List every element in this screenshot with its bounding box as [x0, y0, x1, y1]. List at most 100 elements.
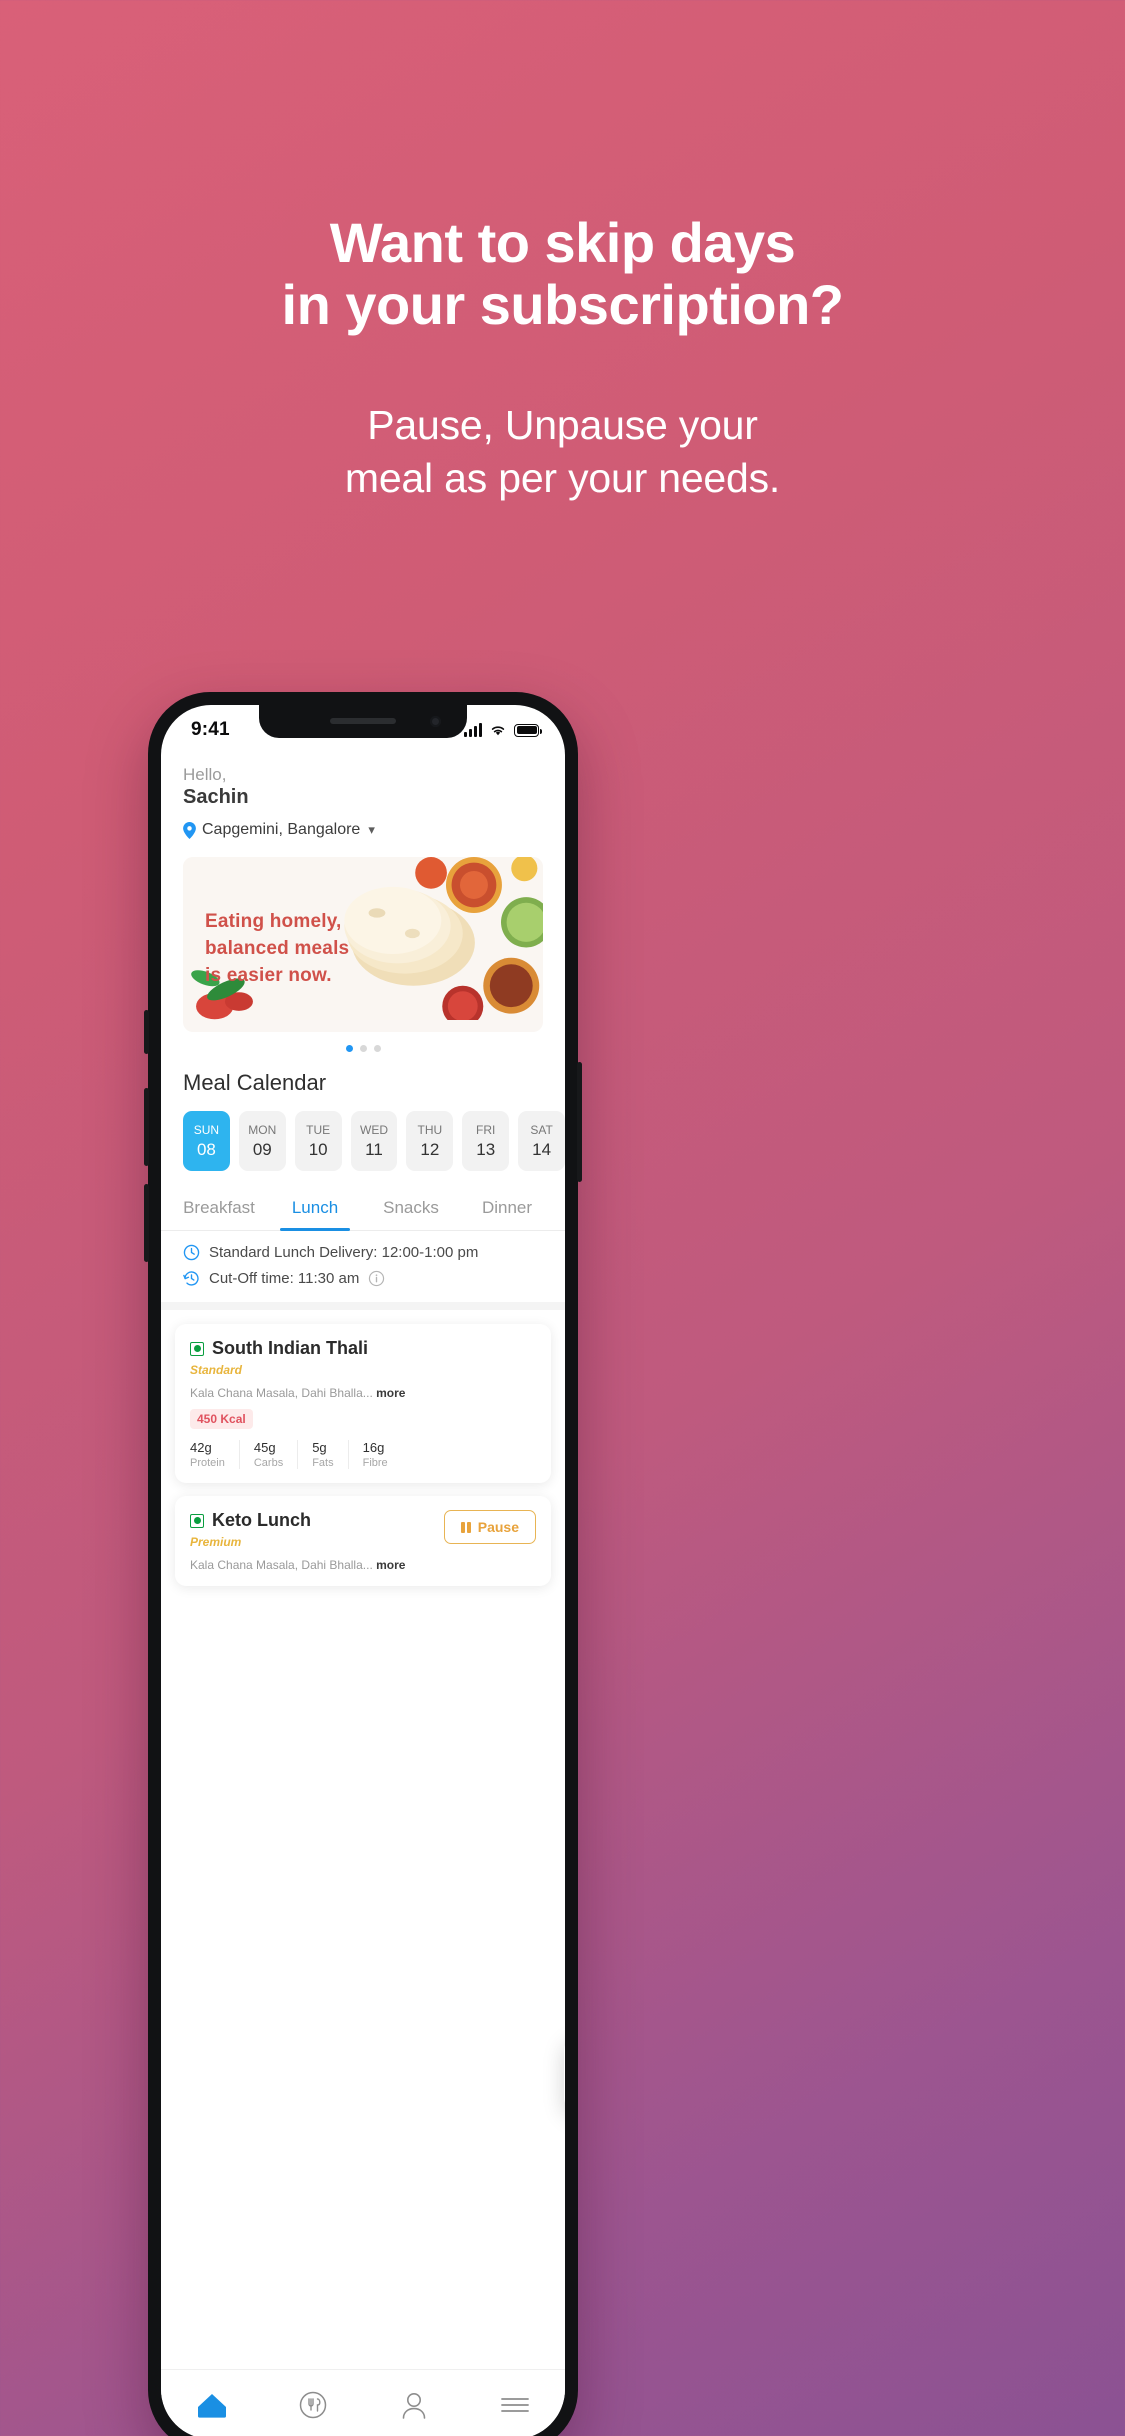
- banner-dot-2[interactable]: [359, 1045, 367, 1052]
- bottom-navigation[interactable]: [161, 2369, 565, 2436]
- meal-calories-badge: 450 Kcal: [190, 1409, 253, 1429]
- clock-icon: [183, 1244, 200, 1261]
- location-pin-icon: [183, 821, 196, 839]
- veg-indicator-icon: [190, 1341, 204, 1356]
- calendar-day-chip[interactable]: SUN 08: [183, 1111, 230, 1171]
- chevron-down-icon: ▾: [368, 822, 375, 837]
- tab-lunch[interactable]: Lunch: [267, 1191, 363, 1231]
- meal-name-row: Keto Lunch: [190, 1510, 405, 1531]
- location-selector[interactable]: Capgemini, Bangalore ▾: [183, 821, 543, 839]
- calendar-day-chip[interactable]: FRI 13: [462, 1111, 510, 1171]
- calendar-day-chip[interactable]: SAT 14: [518, 1111, 565, 1171]
- calendar-day-number: 11: [365, 1139, 383, 1159]
- promo-sub-line2: meal as per your needs.: [344, 455, 781, 502]
- banner-caption-line2: balanced meals: [205, 937, 350, 959]
- status-bar-indicators: [464, 723, 542, 737]
- app-content: Hello, Sachin Capgemini, Bangalore ▾ Eat…: [161, 751, 565, 1586]
- meal-calendar-days[interactable]: SUN 08 MON 09 TUE 10 WED 11 THU 12 FRI 1…: [183, 1111, 565, 1171]
- calendar-day-name: SUN: [193, 1122, 220, 1137]
- meal-name-row: South Indian Thali: [190, 1338, 405, 1359]
- calendar-day-number: 13: [476, 1139, 496, 1159]
- nav-menu[interactable]: [495, 2388, 535, 2422]
- home-icon: [197, 2393, 226, 2418]
- wifi-icon: [491, 726, 505, 736]
- banner-caption-line1: Eating homely,: [205, 911, 342, 932]
- cutoff-time-row: Cut-Off time: 11:30 am: [183, 1270, 543, 1287]
- calendar-day-chip[interactable]: THU 12: [406, 1111, 454, 1171]
- battery-icon: [514, 723, 542, 737]
- status-bar: 9:41: [161, 705, 565, 751]
- delivery-info-block: Standard Lunch Delivery: 12:00-1:00 pm C…: [161, 1231, 565, 1310]
- nutrition-label: Protein: [190, 1457, 225, 1469]
- nutrition-value: 5g: [312, 1440, 327, 1455]
- promo-headline: Want to skip days in your subscription?: [0, 212, 1125, 335]
- tab-dinner[interactable]: Dinner: [459, 1191, 555, 1230]
- calendar-day-number: 08: [196, 1139, 216, 1159]
- meal-card[interactable]: South Indian Thali Standard Kala Chana M…: [175, 1324, 551, 1483]
- pause-callout[interactable]: Pause: [564, 2037, 565, 2111]
- meal-calendar-title: Meal Calendar: [183, 1070, 327, 1095]
- banner-dot-3[interactable]: [373, 1045, 381, 1052]
- promo-headline-line1: Want to skip days: [329, 211, 796, 274]
- nav-meals[interactable]: [293, 2388, 333, 2422]
- meal-card-list: South Indian Thali Standard Kala Chana M…: [161, 1310, 565, 1586]
- meal-title: Keto Lunch: [212, 1510, 311, 1530]
- promo-text-block: Want to skip days in your subscription? …: [0, 212, 1125, 506]
- nutrition-value: 42g: [190, 1440, 212, 1455]
- pause-icon: [461, 1521, 471, 1533]
- menu-lines-icon: [500, 2397, 529, 2412]
- meals-cutlery-icon: [299, 2391, 326, 2418]
- nutrition-item: 5g Fats: [298, 1440, 349, 1469]
- nutrition-value: 45g: [253, 1440, 276, 1455]
- meal-description: Kala Chana Masala, Dahi Bhalla... more: [190, 1558, 405, 1572]
- location-label: Capgemini, Bangalore: [202, 821, 361, 838]
- calendar-day-number: 10: [308, 1139, 328, 1159]
- promo-banner[interactable]: Eating homely, balanced meals is easier …: [183, 857, 543, 1032]
- nutrition-item: 42g Protein: [190, 1440, 240, 1469]
- phone-screen: 9:41 Hello, Sachin Capgemini, Bangalore …: [161, 705, 565, 2436]
- pause-button[interactable]: Pause: [444, 1510, 536, 1544]
- user-name: Sachin: [183, 786, 249, 808]
- nutrition-value: 16g: [362, 1440, 385, 1455]
- nutrition-item: 16g Fibre: [349, 1440, 402, 1469]
- tab-breakfast[interactable]: Breakfast: [171, 1191, 267, 1230]
- calendar-day-chip[interactable]: WED 11: [350, 1111, 398, 1171]
- meal-more-link[interactable]: more: [376, 1386, 405, 1400]
- meal-title: South Indian Thali: [212, 1338, 368, 1358]
- meal-nutrition-row: 42g Protein 45g Carbs 5g Fats 16g Fibre: [190, 1440, 536, 1469]
- meal-description-text: Kala Chana Masala, Dahi Bhalla...: [190, 1386, 373, 1400]
- greeting-text: Hello,: [183, 765, 227, 784]
- nav-home[interactable]: [192, 2388, 232, 2422]
- info-circle-icon[interactable]: [368, 1270, 385, 1287]
- profile-icon: [402, 2392, 425, 2419]
- meal-plan-tag: Standard: [190, 1363, 243, 1377]
- calendar-day-chip[interactable]: MON 09: [238, 1111, 286, 1171]
- meal-type-tabs[interactable]: Breakfast Lunch Snacks Dinner: [161, 1191, 565, 1231]
- banner-dot-1[interactable]: [345, 1045, 353, 1052]
- calendar-day-name: THU: [417, 1122, 443, 1137]
- calendar-day-chip[interactable]: TUE 10: [294, 1111, 342, 1171]
- meal-more-link[interactable]: more: [376, 1558, 405, 1572]
- calendar-day-number: 12: [420, 1139, 440, 1159]
- tab-snacks[interactable]: Snacks: [363, 1191, 459, 1230]
- phone-volume-down-button: [144, 1184, 149, 1262]
- calendar-day-number: 14: [532, 1139, 552, 1159]
- meal-card[interactable]: Keto Lunch Premium Kala Chana Masala, Da…: [175, 1496, 551, 1586]
- delivery-time-row: Standard Lunch Delivery: 12:00-1:00 pm: [183, 1244, 543, 1261]
- pause-button-label: Pause: [477, 1519, 519, 1535]
- clock-rewind-icon: [183, 1271, 199, 1286]
- calendar-day-name: FRI: [476, 1122, 496, 1137]
- phone-power-button: [577, 1062, 582, 1182]
- nutrition-label: Fats: [312, 1457, 334, 1469]
- nutrition-label: Fibre: [362, 1457, 388, 1469]
- delivery-time-text: Standard Lunch Delivery: 12:00-1:00 pm: [209, 1244, 479, 1261]
- veg-indicator-icon: [190, 1513, 204, 1528]
- meal-description: Kala Chana Masala, Dahi Bhalla... more: [190, 1386, 405, 1400]
- nutrition-item: 45g Carbs: [240, 1440, 299, 1469]
- calendar-day-name: TUE: [306, 1122, 331, 1137]
- banner-pagination-dots[interactable]: [161, 1045, 565, 1052]
- nav-profile[interactable]: [394, 2388, 434, 2422]
- meal-plan-tag: Premium: [190, 1535, 242, 1549]
- app-header: Hello, Sachin Capgemini, Bangalore ▾: [161, 751, 565, 839]
- banner-caption-line3: is easier now.: [205, 964, 332, 986]
